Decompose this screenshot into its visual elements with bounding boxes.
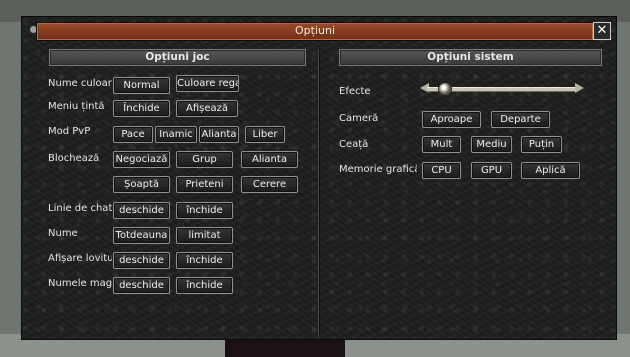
game-options-header: Opțiuni joc [49,49,306,66]
names-label: Nume [48,228,78,239]
block-group-button[interactable]: Grup [176,151,233,168]
chat-line-label: Linie de chat [48,203,112,214]
name-color-normal-button[interactable]: Normal [113,77,170,94]
graphics-memory-label: Memorie grafică [339,164,417,175]
target-menu-label: Meniu țintă [48,101,105,112]
close-button[interactable]: ✕ [593,22,611,40]
pvp-mode-label: Mod PvP [48,126,91,137]
block-request-button[interactable]: Cerere [241,176,298,193]
target-menu-show-button[interactable]: Afișează [176,100,238,117]
names-always-button[interactable]: Totdeauna [113,227,170,244]
show-hits-open-button[interactable]: deschide [113,252,170,269]
camera-label: Cameră [339,113,379,124]
memory-apply-button[interactable]: Aplică [521,162,580,179]
effects-label: Efecte [339,86,371,97]
chat-line-close-button[interactable]: închide [176,202,233,219]
pvp-peace-button[interactable]: Pace [113,126,153,143]
show-hits-label: Afișare lovituri [48,253,112,264]
shop-names-open-button[interactable]: deschide [113,277,170,294]
memory-cpu-button[interactable]: CPU [422,162,461,179]
block-friends-button[interactable]: Prieteni [176,176,233,193]
slider-right-arrow-icon[interactable] [575,83,584,93]
memory-gpu-button[interactable]: GPU [471,162,512,179]
shop-names-close-button[interactable]: închide [176,277,233,294]
title-bar[interactable]: Opțiuni [36,22,594,41]
block-trade-button[interactable]: Negociază [113,151,170,168]
camera-far-button[interactable]: Departe [491,111,550,128]
pvp-free-button[interactable]: Liber [245,126,285,143]
name-color-kingdom-button[interactable]: Culoare regat [176,75,239,92]
show-hits-close-button[interactable]: închide [176,252,233,269]
shop-names-label: Numele magazin [48,278,112,289]
fog-high-button[interactable]: Mult [422,136,461,153]
effects-slider-handle[interactable] [438,82,452,96]
fog-label: Ceață [339,139,369,150]
pvp-enemy-button[interactable]: Inamic [155,126,197,143]
chat-line-open-button[interactable]: deschide [113,202,170,219]
name-color-label: Nume culoare [48,78,112,89]
block-label: Blochează [48,153,100,164]
window-title: Opțiuni [294,24,335,37]
options-window: Opțiuni ✕ Opțiuni joc Nume culoare Norma… [21,16,617,340]
block-whisper-button[interactable]: Șoaptă [113,176,170,193]
fog-low-button[interactable]: Puțin [521,136,562,153]
section-divider [318,49,319,336]
pvp-alliance-button[interactable]: Alianta [199,126,239,143]
fog-medium-button[interactable]: Mediu [471,136,512,153]
target-menu-close-button[interactable]: Închide [113,100,170,117]
camera-near-button[interactable]: Aproape [422,111,481,128]
system-options-header: Opțiuni sistem [339,49,602,66]
names-limited-button[interactable]: limitat [176,227,233,244]
block-alliance-button[interactable]: Alianta [241,151,298,168]
